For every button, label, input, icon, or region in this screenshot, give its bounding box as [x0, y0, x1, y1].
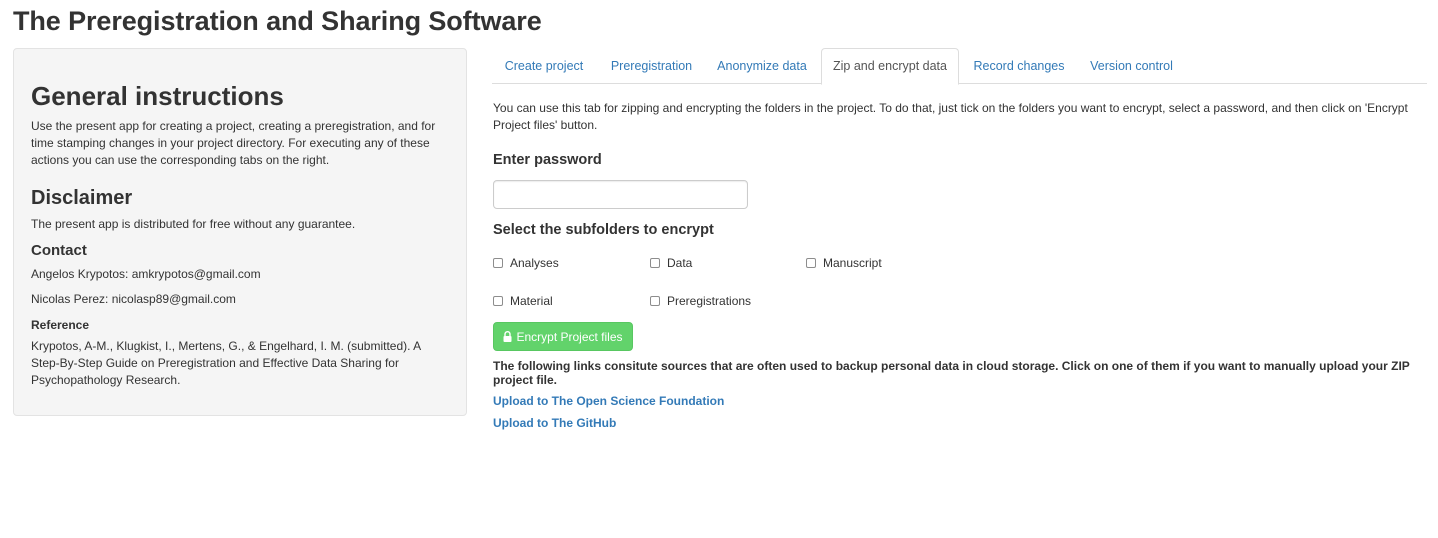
- encrypt-button-label: Encrypt Project files: [516, 329, 623, 344]
- checkbox-box[interactable]: [493, 258, 503, 268]
- checkbox-label: Data: [667, 256, 693, 270]
- subfolders-label: Select the subfolders to encrypt: [493, 222, 714, 238]
- sidebar-panel: General instructions Use the present app…: [13, 48, 467, 416]
- contact-line-1: Angelos Krypotos: amkrypotos@gmail.com: [31, 267, 261, 281]
- tab-intro-text: You can use this tab for zipping and enc…: [493, 101, 1408, 132]
- checkbox-preregistrations[interactable]: Preregistrations: [650, 293, 751, 309]
- checkbox-box[interactable]: [650, 296, 660, 306]
- checkbox-manuscript[interactable]: Manuscript: [806, 255, 882, 271]
- upload-github-link[interactable]: Upload to The GitHub: [493, 416, 616, 430]
- reference-heading: Reference: [31, 318, 90, 332]
- lock-icon: [503, 331, 512, 342]
- checkbox-label: Preregistrations: [667, 294, 752, 308]
- encrypt-project-files-button[interactable]: Encrypt Project files: [493, 322, 633, 351]
- password-label: Enter password: [493, 152, 602, 168]
- tab-anonymize-data[interactable]: Anonymize data: [707, 48, 817, 84]
- tab-bar: Create project Preregistration Anonymize…: [492, 48, 1427, 85]
- upload-osf-link[interactable]: Upload to The Open Science Foundation: [493, 394, 724, 408]
- checkbox-box[interactable]: [650, 258, 660, 268]
- cloud-links-note: The following links consitute sources th…: [493, 359, 1410, 387]
- tab-version-control[interactable]: Version control: [1076, 48, 1187, 84]
- checkbox-label: Analyses: [510, 256, 559, 270]
- tab-preregistration[interactable]: Preregistration: [596, 48, 707, 84]
- disclaimer-text: The present app is distributed for free …: [31, 217, 356, 231]
- reference-text: Krypotos, A-M., Klugkist, I., Mertens, G…: [31, 339, 421, 387]
- checkbox-box[interactable]: [806, 258, 816, 268]
- general-instructions-text: Use the present app for creating a proje…: [31, 119, 436, 167]
- checkbox-label: Material: [510, 294, 553, 308]
- checkbox-box[interactable]: [493, 296, 503, 306]
- tab-record-changes[interactable]: Record changes: [962, 48, 1076, 84]
- checkbox-material[interactable]: Material: [493, 293, 553, 309]
- disclaimer-heading: Disclaimer: [31, 187, 133, 209]
- password-input[interactable]: [493, 180, 748, 209]
- checkbox-data[interactable]: Data: [650, 255, 692, 271]
- tab-create-project[interactable]: Create project: [492, 48, 596, 84]
- checkbox-label: Manuscript: [823, 256, 882, 270]
- checkbox-analyses[interactable]: Analyses: [493, 255, 559, 271]
- app-title: The Preregistration and Sharing Software: [13, 6, 542, 36]
- contact-heading: Contact: [31, 242, 87, 259]
- tab-zip-and-encrypt-data[interactable]: Zip and encrypt data: [821, 48, 959, 85]
- contact-line-2: Nicolas Perez: nicolasp89@gmail.com: [31, 292, 236, 306]
- general-instructions-heading: General instructions: [31, 81, 284, 111]
